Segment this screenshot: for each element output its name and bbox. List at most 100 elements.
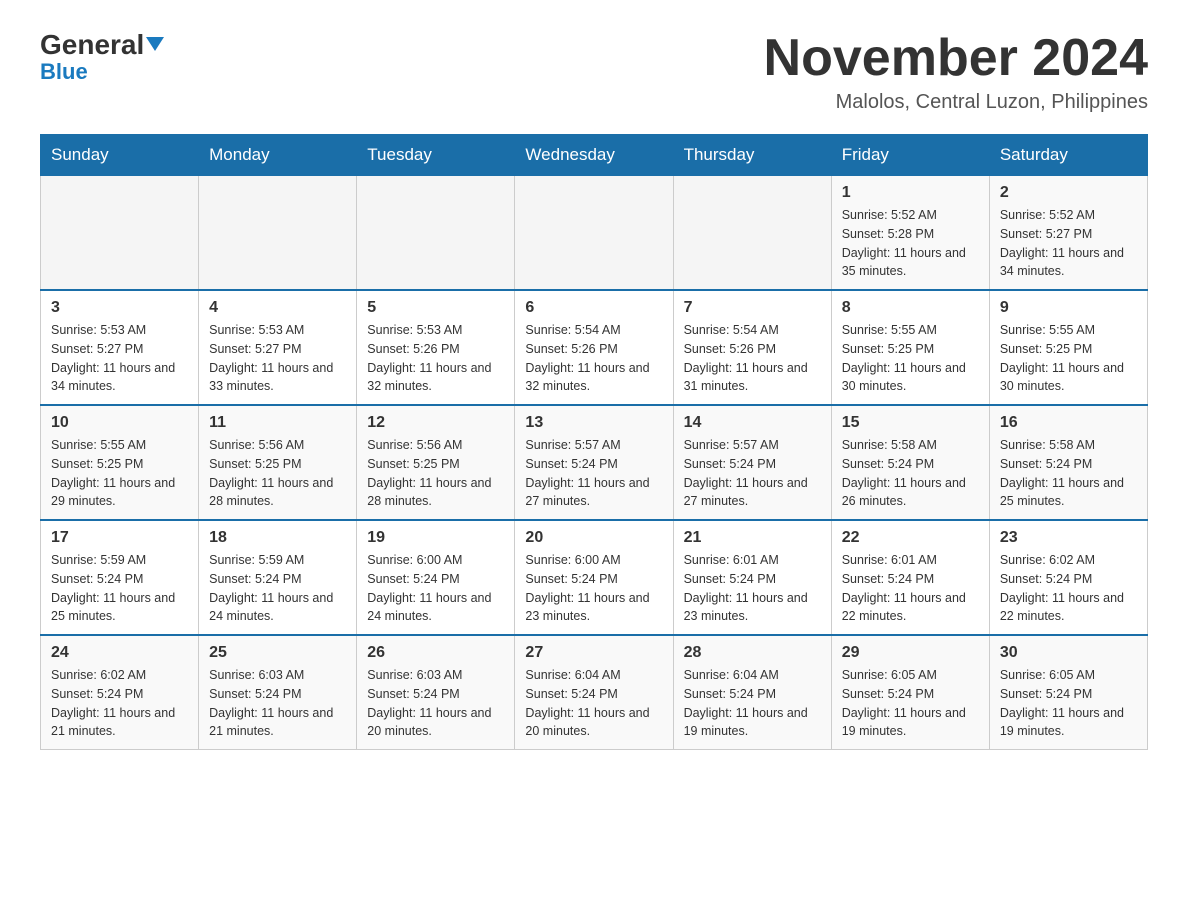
day-number: 17 <box>51 529 188 547</box>
calendar-cell: 4Sunrise: 5:53 AM Sunset: 5:27 PM Daylig… <box>199 290 357 405</box>
day-number: 5 <box>367 299 504 317</box>
calendar-cell: 11Sunrise: 5:56 AM Sunset: 5:25 PM Dayli… <box>199 405 357 520</box>
calendar-cell <box>673 176 831 291</box>
day-number: 30 <box>1000 644 1137 662</box>
calendar-cell: 15 Sunrise: 5:58 AM Sunset: 5:24 PM Dayli… <box>831 405 989 520</box>
day-number: 20 <box>525 529 662 547</box>
day-info: Sunrise: 6:04 AM Sunset: 5:24 PM Dayligh… <box>525 666 662 741</box>
weekday-header-sunday: Sunday <box>41 135 199 176</box>
day-info: Sunrise: 5:55 AM Sunset: 5:25 PM Dayligh… <box>842 321 979 396</box>
calendar-cell: 10 Sunrise: 5:55 AM Sunset: 5:25 PM Dayli… <box>41 405 199 520</box>
logo-blue-text: Blue <box>40 59 88 85</box>
day-info: Sunrise: 6:02 AM Sunset: 5:24 PM Dayligh… <box>1000 551 1137 626</box>
day-info: Sunrise: 5:52 AM Sunset: 5:27 PM Dayligh… <box>1000 206 1137 281</box>
day-number: 15 <box>842 414 979 432</box>
calendar-cell: 28 Sunrise: 6:04 AM Sunset: 5:24 PM Dayli… <box>673 635 831 750</box>
day-info: Sunrise: 6:05 AM Sunset: 5:24 PM Dayligh… <box>1000 666 1137 741</box>
calendar-cell: 27 Sunrise: 6:04 AM Sunset: 5:24 PM Dayli… <box>515 635 673 750</box>
weekday-header-friday: Friday <box>831 135 989 176</box>
day-info: Sunrise: 5:56 AM Sunset: 5:25 PM Dayligh… <box>367 436 504 511</box>
day-info: Sunrise: 5:59 AM Sunset: 5:24 PM Dayligh… <box>209 551 346 626</box>
day-number: 13 <box>525 414 662 432</box>
weekday-header-thursday: Thursday <box>673 135 831 176</box>
day-number: 19 <box>367 529 504 547</box>
day-number: 7 <box>684 299 821 317</box>
day-number: 22 <box>842 529 979 547</box>
day-info: Sunrise: 6:04 AM Sunset: 5:24 PM Dayligh… <box>684 666 821 741</box>
calendar-cell: 13 Sunrise: 5:57 AM Sunset: 5:24 PM Dayli… <box>515 405 673 520</box>
calendar-cell: 22 Sunrise: 6:01 AM Sunset: 5:24 PM Dayli… <box>831 520 989 635</box>
day-info: Sunrise: 5:56 AM Sunset: 5:25 PM Dayligh… <box>209 436 346 511</box>
day-info: Sunrise: 6:05 AM Sunset: 5:24 PM Dayligh… <box>842 666 979 741</box>
calendar-cell <box>515 176 673 291</box>
day-info: Sunrise: 5:58 AM Sunset: 5:24 PM Dayligh… <box>842 436 979 511</box>
page-header: General Blue November 2024 Malolos, Cent… <box>40 30 1148 114</box>
day-number: 12 <box>367 414 504 432</box>
day-number: 4 <box>209 299 346 317</box>
day-info: Sunrise: 5:53 AM Sunset: 5:26 PM Dayligh… <box>367 321 504 396</box>
day-info: Sunrise: 6:03 AM Sunset: 5:24 PM Dayligh… <box>209 666 346 741</box>
calendar-cell: 5 Sunrise: 5:53 AM Sunset: 5:26 PM Daylig… <box>357 290 515 405</box>
day-info: Sunrise: 5:59 AM Sunset: 5:24 PM Dayligh… <box>51 551 188 626</box>
weekday-header-saturday: Saturday <box>989 135 1147 176</box>
day-info: Sunrise: 6:00 AM Sunset: 5:24 PM Dayligh… <box>367 551 504 626</box>
title-block: November 2024 Malolos, Central Luzon, Ph… <box>764 30 1148 114</box>
calendar-cell: 24 Sunrise: 6:02 AM Sunset: 5:24 PM Dayli… <box>41 635 199 750</box>
calendar-cell: 20 Sunrise: 6:00 AM Sunset: 5:24 PM Dayli… <box>515 520 673 635</box>
week-row-3: 10 Sunrise: 5:55 AM Sunset: 5:25 PM Dayli… <box>41 405 1148 520</box>
day-number: 26 <box>367 644 504 662</box>
calendar-table: SundayMondayTuesdayWednesdayThursdayFrid… <box>40 134 1148 750</box>
calendar-cell: 14Sunrise: 5:57 AM Sunset: 5:24 PM Dayli… <box>673 405 831 520</box>
calendar-cell <box>357 176 515 291</box>
day-info: Sunrise: 5:57 AM Sunset: 5:24 PM Dayligh… <box>684 436 821 511</box>
day-info: Sunrise: 6:00 AM Sunset: 5:24 PM Dayligh… <box>525 551 662 626</box>
calendar-cell <box>199 176 357 291</box>
calendar-cell: 9Sunrise: 5:55 AM Sunset: 5:25 PM Daylig… <box>989 290 1147 405</box>
calendar-cell: 7 Sunrise: 5:54 AM Sunset: 5:26 PM Daylig… <box>673 290 831 405</box>
day-info: Sunrise: 6:02 AM Sunset: 5:24 PM Dayligh… <box>51 666 188 741</box>
week-row-4: 17 Sunrise: 5:59 AM Sunset: 5:24 PM Dayli… <box>41 520 1148 635</box>
day-info: Sunrise: 6:01 AM Sunset: 5:24 PM Dayligh… <box>842 551 979 626</box>
day-info: Sunrise: 5:54 AM Sunset: 5:26 PM Dayligh… <box>684 321 821 396</box>
day-info: Sunrise: 5:58 AM Sunset: 5:24 PM Dayligh… <box>1000 436 1137 511</box>
day-number: 27 <box>525 644 662 662</box>
weekday-header-monday: Monday <box>199 135 357 176</box>
day-number: 9 <box>1000 299 1137 317</box>
day-number: 16 <box>1000 414 1137 432</box>
main-title: November 2024 <box>764 30 1148 87</box>
calendar-cell: 17 Sunrise: 5:59 AM Sunset: 5:24 PM Dayli… <box>41 520 199 635</box>
week-row-5: 24 Sunrise: 6:02 AM Sunset: 5:24 PM Dayli… <box>41 635 1148 750</box>
day-info: Sunrise: 6:03 AM Sunset: 5:24 PM Dayligh… <box>367 666 504 741</box>
day-number: 8 <box>842 299 979 317</box>
calendar-cell: 3Sunrise: 5:53 AM Sunset: 5:27 PM Daylig… <box>41 290 199 405</box>
day-info: Sunrise: 5:55 AM Sunset: 5:25 PM Dayligh… <box>51 436 188 511</box>
calendar-cell: 29 Sunrise: 6:05 AM Sunset: 5:24 PM Dayli… <box>831 635 989 750</box>
week-row-1: 1Sunrise: 5:52 AM Sunset: 5:28 PM Daylig… <box>41 176 1148 291</box>
weekday-header-row: SundayMondayTuesdayWednesdayThursdayFrid… <box>41 135 1148 176</box>
weekday-header-wednesday: Wednesday <box>515 135 673 176</box>
calendar-cell <box>41 176 199 291</box>
calendar-cell: 12 Sunrise: 5:56 AM Sunset: 5:25 PM Dayli… <box>357 405 515 520</box>
calendar-cell: 23 Sunrise: 6:02 AM Sunset: 5:24 PM Dayli… <box>989 520 1147 635</box>
calendar-cell: 30 Sunrise: 6:05 AM Sunset: 5:24 PM Dayli… <box>989 635 1147 750</box>
calendar-cell: 6Sunrise: 5:54 AM Sunset: 5:26 PM Daylig… <box>515 290 673 405</box>
logo-general: General <box>40 30 164 61</box>
logo-triangle-icon <box>146 37 164 51</box>
calendar-cell: 16 Sunrise: 5:58 AM Sunset: 5:24 PM Dayli… <box>989 405 1147 520</box>
day-number: 21 <box>684 529 821 547</box>
day-number: 10 <box>51 414 188 432</box>
day-number: 3 <box>51 299 188 317</box>
calendar-cell: 21 Sunrise: 6:01 AM Sunset: 5:24 PM Dayli… <box>673 520 831 635</box>
day-number: 18 <box>209 529 346 547</box>
week-row-2: 3Sunrise: 5:53 AM Sunset: 5:27 PM Daylig… <box>41 290 1148 405</box>
day-info: Sunrise: 5:57 AM Sunset: 5:24 PM Dayligh… <box>525 436 662 511</box>
day-number: 28 <box>684 644 821 662</box>
day-number: 23 <box>1000 529 1137 547</box>
day-info: Sunrise: 6:01 AM Sunset: 5:24 PM Dayligh… <box>684 551 821 626</box>
calendar-cell: 19 Sunrise: 6:00 AM Sunset: 5:24 PM Dayli… <box>357 520 515 635</box>
day-number: 2 <box>1000 184 1137 202</box>
day-number: 24 <box>51 644 188 662</box>
calendar-cell: 25Sunrise: 6:03 AM Sunset: 5:24 PM Dayli… <box>199 635 357 750</box>
subtitle: Malolos, Central Luzon, Philippines <box>764 91 1148 114</box>
day-number: 29 <box>842 644 979 662</box>
